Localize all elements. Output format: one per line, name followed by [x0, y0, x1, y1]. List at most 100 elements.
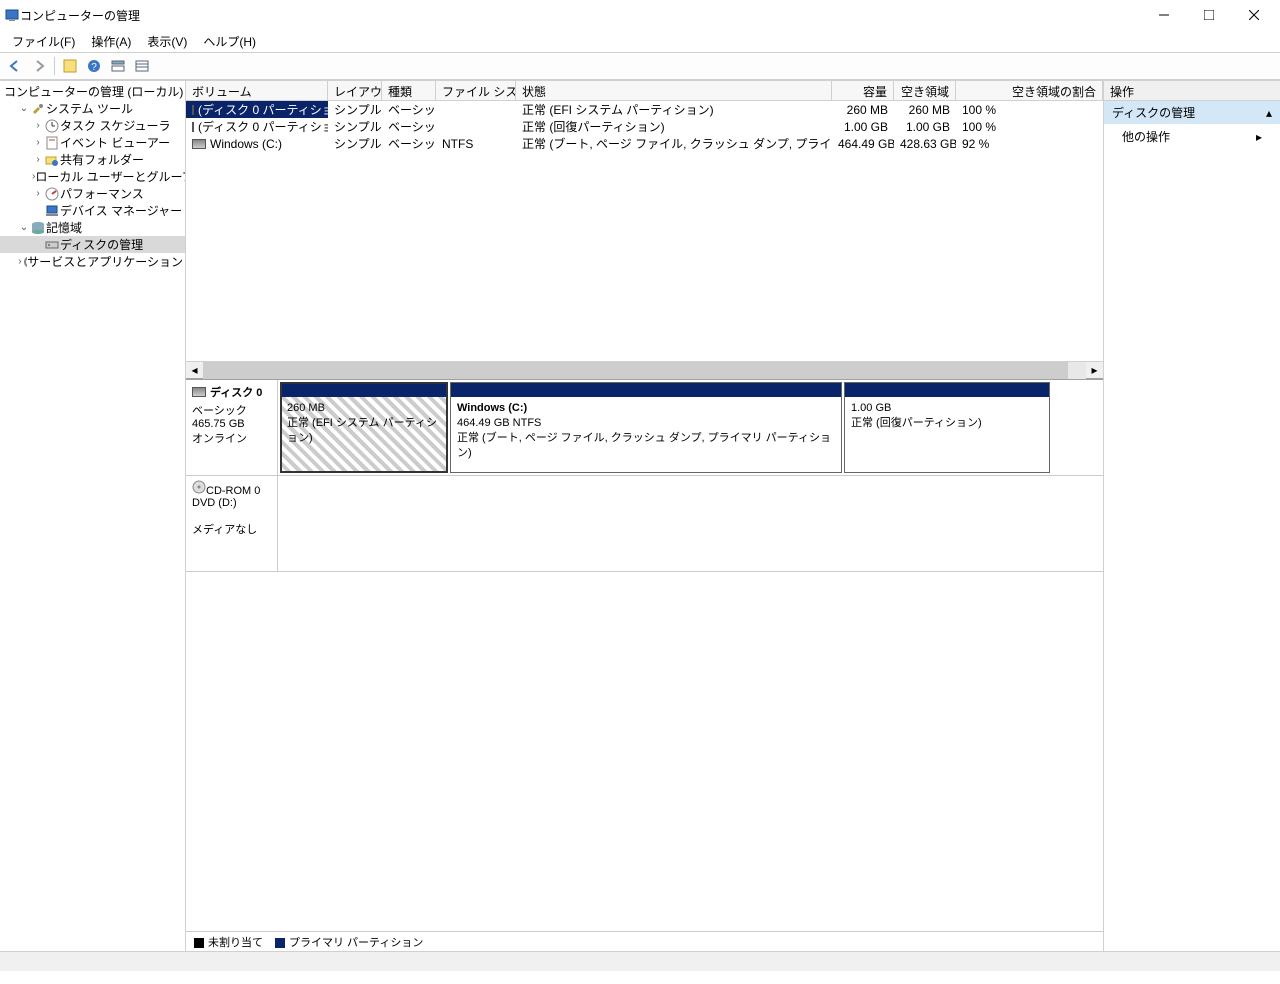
cdrom-header[interactable]: CD-ROM 0 DVD (D:) メディアなし: [186, 476, 278, 571]
maximize-button[interactable]: [1186, 1, 1231, 29]
menu-view[interactable]: 表示(V): [139, 31, 195, 52]
back-button[interactable]: [4, 55, 26, 77]
col-free[interactable]: 空き領域: [894, 81, 956, 100]
volume-free: 260 MB: [894, 103, 956, 117]
scroll-right-icon[interactable]: ▸: [1086, 362, 1103, 379]
expand-icon[interactable]: ›: [32, 120, 44, 131]
performance-icon: [44, 186, 60, 202]
actions-more-actions[interactable]: 他の操作 ▸: [1104, 124, 1280, 149]
cdrom-row: CD-ROM 0 DVD (D:) メディアなし: [186, 476, 1103, 572]
tree-event-viewer[interactable]: › イベント ビューアー: [0, 134, 185, 151]
volume-layout: シンプル: [328, 118, 382, 135]
view-button[interactable]: [107, 55, 129, 77]
close-button[interactable]: [1231, 1, 1276, 29]
expand-icon[interactable]: ›: [32, 154, 44, 165]
collapse-icon[interactable]: ⌄: [18, 222, 30, 233]
partition-size: 1.00 GB: [851, 402, 891, 414]
menu-help[interactable]: ヘルプ(H): [195, 31, 264, 52]
volume-row[interactable]: (ディスク 0 パーティション 1)シンプルベーシック 正常 (EFI システム …: [186, 101, 1103, 118]
legend-swatch-unallocated: [194, 938, 204, 948]
col-layout[interactable]: レイアウト: [328, 81, 382, 100]
navigation-tree[interactable]: コンピューターの管理 (ローカル) ⌄ システム ツール › タスク スケジュー…: [0, 81, 186, 951]
volume-name: Windows (C:): [210, 137, 282, 151]
volume-capacity: 464.49 GB: [832, 137, 894, 151]
disk-row: ディスク 0 ベーシック 465.75 GB オンライン 260 MB正常 (E…: [186, 380, 1103, 476]
legend-swatch-primary: [275, 938, 285, 948]
partition-status: 正常 (ブート, ページ ファイル, クラッシュ ダンプ, プライマリ パーティ…: [457, 432, 831, 459]
col-type[interactable]: 種類: [382, 81, 436, 100]
toolbar: ?: [0, 52, 1280, 80]
volume-name: (ディスク 0 パーティション 1): [198, 101, 328, 118]
disk-drive-icon: [192, 387, 206, 397]
minimize-button[interactable]: [1141, 1, 1186, 29]
disk-graphical-view: ディスク 0 ベーシック 465.75 GB オンライン 260 MB正常 (E…: [186, 378, 1103, 572]
legend: 未割り当て プライマリ パーティション: [186, 931, 1103, 951]
share-icon: [44, 152, 60, 168]
volume-layout: シンプル: [328, 135, 382, 152]
volume-icon: [192, 122, 194, 132]
tree-local-users[interactable]: › ローカル ユーザーとグループ: [0, 168, 185, 185]
forward-button[interactable]: [28, 55, 50, 77]
menu-file[interactable]: ファイル(F): [4, 31, 83, 52]
volume-icon: [192, 105, 194, 115]
tree-services-apps[interactable]: › サービスとアプリケーション: [0, 253, 185, 270]
col-pct-free[interactable]: 空き領域の割合: [956, 81, 1103, 100]
scroll-left-icon[interactable]: ◂: [186, 362, 203, 379]
tree-task-scheduler[interactable]: › タスク スケジューラ: [0, 117, 185, 134]
volume-free: 1.00 GB: [894, 120, 956, 134]
volume-name: (ディスク 0 パーティション 4): [198, 118, 328, 135]
event-icon: [44, 135, 60, 151]
menubar: ファイル(F) 操作(A) 表示(V) ヘルプ(H): [0, 30, 1280, 52]
volume-fs: NTFS: [436, 137, 516, 151]
volume-status: 正常 (回復パーティション): [516, 118, 832, 135]
tree-device-manager[interactable]: › デバイス マネージャー: [0, 202, 185, 219]
tree-performance[interactable]: › パフォーマンス: [0, 185, 185, 202]
help-button[interactable]: ?: [83, 55, 105, 77]
partition[interactable]: Windows (C:)464.49 GB NTFS正常 (ブート, ページ フ…: [450, 382, 842, 473]
submenu-icon: ▸: [1256, 130, 1262, 144]
expand-icon[interactable]: ›: [32, 188, 44, 199]
horizontal-scrollbar[interactable]: ◂ ▸: [186, 361, 1103, 378]
tree-storage[interactable]: ⌄ 記憶域: [0, 219, 185, 236]
volume-status: 正常 (ブート, ページ ファイル, クラッシュ ダンプ, プライマリ パーティ…: [516, 135, 832, 152]
volume-row[interactable]: Windows (C:) シンプルベーシックNTFS正常 (ブート, ページ ファ…: [186, 135, 1103, 152]
statusbar: [0, 951, 1280, 971]
clock-icon: [44, 118, 60, 134]
volume-row[interactable]: (ディスク 0 パーティション 4)シンプルベーシック 正常 (回復パーティション…: [186, 118, 1103, 135]
tree-system-tools[interactable]: ⌄ システム ツール: [0, 100, 185, 117]
tree-root[interactable]: コンピューターの管理 (ローカル): [0, 83, 185, 100]
svg-text:?: ?: [91, 62, 97, 73]
volume-status: 正常 (EFI システム パーティション): [516, 101, 832, 118]
partition[interactable]: 260 MB正常 (EFI システム パーティション): [280, 382, 448, 473]
col-capacity[interactable]: 容量: [832, 81, 894, 100]
volume-layout: シンプル: [328, 101, 382, 118]
col-status[interactable]: 状態: [516, 81, 832, 100]
actions-header: 操作: [1104, 81, 1280, 101]
volume-type: ベーシック: [382, 101, 436, 118]
volume-type: ベーシック: [382, 118, 436, 135]
volume-pct: 100 %: [956, 120, 1103, 134]
show-hide-tree-button[interactable]: [59, 55, 81, 77]
volume-list-header: ボリューム レイアウト 種類 ファイル システム 状態 容量 空き領域 空き領域…: [186, 81, 1103, 101]
volume-list[interactable]: (ディスク 0 パーティション 1)シンプルベーシック 正常 (EFI システム …: [186, 101, 1103, 361]
menu-action[interactable]: 操作(A): [83, 31, 139, 52]
actions-section-disk-management[interactable]: ディスクの管理 ▴: [1104, 101, 1280, 124]
partition-status: 正常 (EFI システム パーティション): [287, 417, 437, 444]
titlebar: コンピューターの管理: [0, 0, 1280, 30]
tree-shared-folders[interactable]: › 共有フォルダー: [0, 151, 185, 168]
device-icon: [44, 203, 60, 219]
col-volume[interactable]: ボリューム: [186, 81, 328, 100]
app-icon: [4, 7, 20, 23]
collapse-icon: ▴: [1266, 106, 1272, 120]
disk-icon: [44, 237, 60, 253]
collapse-icon[interactable]: ⌄: [18, 103, 30, 114]
col-filesystem[interactable]: ファイル システム: [436, 81, 516, 100]
disk-header[interactable]: ディスク 0 ベーシック 465.75 GB オンライン: [186, 380, 278, 475]
scroll-thumb[interactable]: [203, 362, 1068, 379]
volume-type: ベーシック: [382, 135, 436, 152]
expand-icon[interactable]: ›: [32, 137, 44, 148]
partition[interactable]: 1.00 GB正常 (回復パーティション): [844, 382, 1050, 473]
list-button[interactable]: [131, 55, 153, 77]
tree-disk-management[interactable]: › ディスクの管理: [0, 236, 185, 253]
content-pane: ボリューム レイアウト 種類 ファイル システム 状態 容量 空き領域 空き領域…: [186, 81, 1104, 951]
